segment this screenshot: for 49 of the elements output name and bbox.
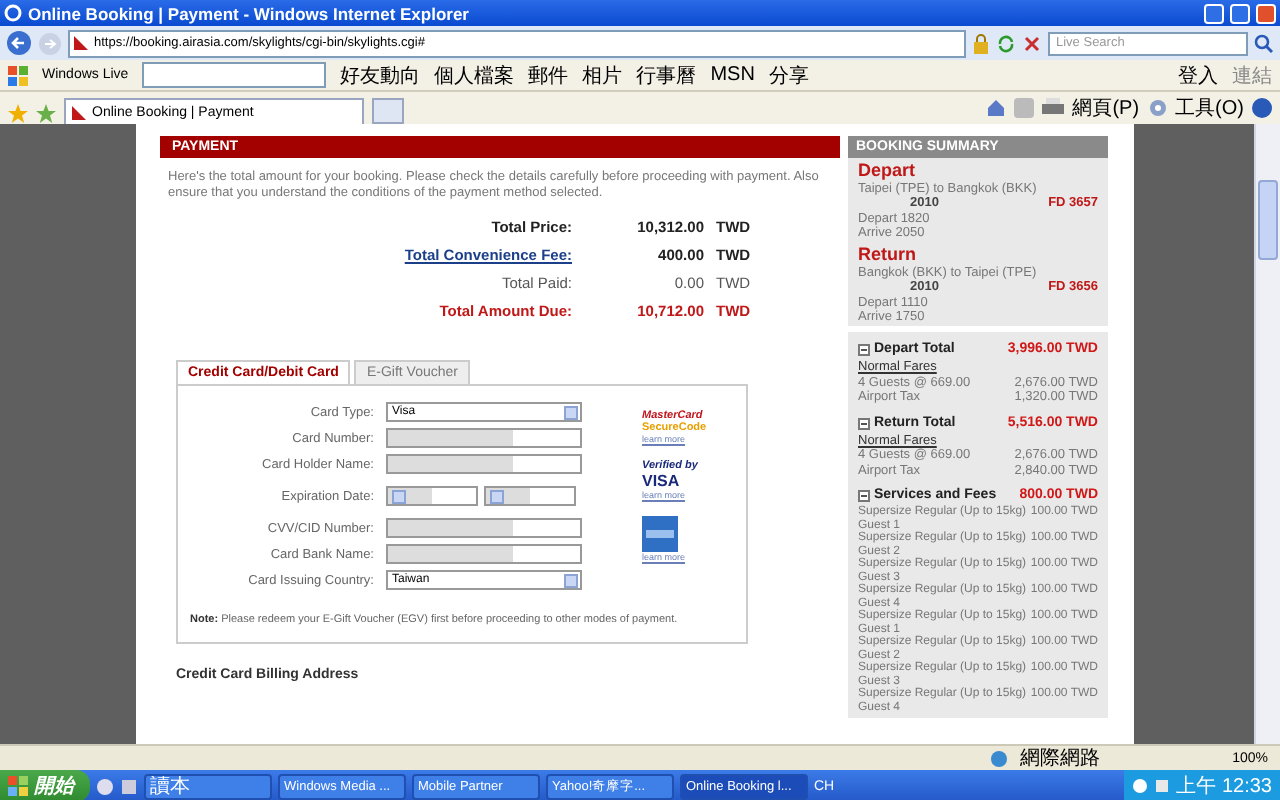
zone-label: 網際網路 <box>1020 746 1101 772</box>
collapse-icon[interactable] <box>858 344 870 356</box>
select-field[interactable] <box>386 486 478 506</box>
favorites-star-icon[interactable] <box>8 104 28 124</box>
windows-logo-icon <box>8 65 28 85</box>
page-menu[interactable]: 網頁(P) <box>1072 94 1140 122</box>
scrollbar[interactable] <box>1254 124 1280 744</box>
collapse-icon[interactable] <box>858 490 870 502</box>
sign-in-link[interactable]: 登入 <box>1178 61 1218 89</box>
minimize-button[interactable] <box>1204 3 1224 23</box>
input-field[interactable] <box>386 454 582 474</box>
close-button[interactable] <box>1256 3 1276 23</box>
select-field[interactable] <box>484 486 576 506</box>
new-tab-button[interactable] <box>372 98 404 124</box>
site-icon <box>72 105 86 119</box>
card-logo-icon <box>642 516 678 552</box>
flight-title: Depart <box>858 160 918 182</box>
gear-icon <box>1147 98 1168 118</box>
toolbar-link[interactable]: 好友動向 <box>340 61 421 89</box>
tools-menu[interactable]: 工具(O) <box>1175 94 1244 122</box>
toolbar-link[interactable]: 行事曆 <box>636 61 697 89</box>
input-field[interactable] <box>386 518 582 538</box>
input-field[interactable] <box>386 428 582 448</box>
toolbar-link[interactable]: 分享 <box>768 61 809 89</box>
toolbar-link[interactable]: 郵件 <box>528 61 569 89</box>
clock: 上午 12:33 <box>1176 773 1272 800</box>
toolbar-link[interactable]: 個人檔案 <box>434 61 515 89</box>
print-icon[interactable] <box>1042 98 1065 118</box>
lock-icon <box>972 33 990 53</box>
input-field[interactable] <box>386 544 582 564</box>
add-favorites-icon[interactable] <box>36 104 56 124</box>
start-button[interactable]: 開始 <box>0 770 90 800</box>
windows-logo-icon <box>8 776 28 796</box>
stop-icon[interactable] <box>1022 33 1042 53</box>
taskbar-button[interactable]: 讀本 <box>144 773 272 799</box>
collapse-icon[interactable] <box>858 417 870 429</box>
window-title: Online Booking | Payment - Windows Internet Explorer <box>28 3 471 23</box>
search-icon[interactable] <box>1254 33 1274 53</box>
toolbar-link[interactable]: MSN <box>710 64 755 86</box>
maximize-button[interactable] <box>1230 3 1250 23</box>
refresh-icon[interactable] <box>996 33 1016 53</box>
site-icon <box>74 36 88 50</box>
toolbar-search-field[interactable] <box>142 62 327 88</box>
toolbar-link[interactable]: 相片 <box>582 61 623 89</box>
home-icon[interactable] <box>986 98 1007 118</box>
browser-icon <box>4 4 22 22</box>
flight-title: Return <box>858 244 918 266</box>
badge-subtitle: VISA <box>642 472 680 490</box>
back-icon[interactable] <box>6 30 32 56</box>
